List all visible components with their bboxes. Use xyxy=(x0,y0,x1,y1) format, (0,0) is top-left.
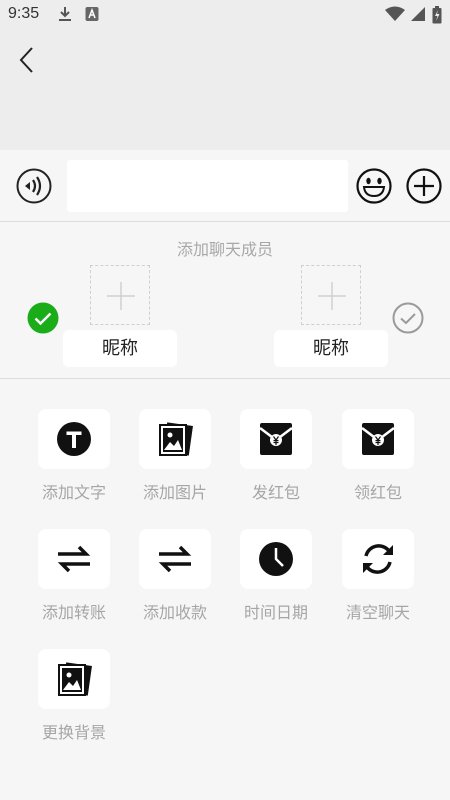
text-icon xyxy=(57,422,91,456)
tool-label: 添加收款 xyxy=(142,603,207,622)
chevron-left-icon xyxy=(19,47,33,73)
status-time: 9:35 xyxy=(8,5,40,22)
left-nickname-button[interactable]: 昵称 xyxy=(63,330,177,367)
check-circle-filled-icon xyxy=(27,302,59,334)
function-grid: 添加文字 添加图片 发红包 领红包 添加转账 添加收款 时间日期 清空聊天 更换… xyxy=(0,380,450,800)
tool-icon-box xyxy=(139,409,211,469)
status-bar: 9:35 xyxy=(0,0,450,30)
tool-send-red-envelope[interactable]: 发红包 xyxy=(229,380,321,502)
tool-time-date[interactable]: 时间日期 xyxy=(229,500,321,622)
voice-button[interactable] xyxy=(16,168,52,204)
emoji-button[interactable] xyxy=(356,168,392,204)
red-envelope-icon xyxy=(361,423,395,455)
tool-label: 时间日期 xyxy=(243,603,308,622)
message-input[interactable] xyxy=(67,160,348,212)
red-envelope-icon xyxy=(259,423,293,455)
left-member-checkbox[interactable] xyxy=(27,302,59,334)
tool-clear-chat[interactable]: 清空聊天 xyxy=(331,500,423,622)
clock-icon xyxy=(259,542,293,576)
right-member-checkbox[interactable] xyxy=(392,302,424,334)
wifi-icon xyxy=(385,6,405,21)
voice-icon xyxy=(16,168,52,204)
smiley-icon xyxy=(356,168,392,204)
plus-circle-icon xyxy=(406,168,442,204)
transfer-icon xyxy=(158,545,192,573)
tool-icon-box xyxy=(38,529,110,589)
tool-add-text[interactable]: 添加文字 xyxy=(27,380,119,502)
tool-change-background[interactable]: 更换背景 xyxy=(27,620,119,742)
tool-icon-box xyxy=(38,649,110,709)
tool-label: 清空聊天 xyxy=(345,603,410,622)
tool-icon-box xyxy=(38,409,110,469)
download-icon xyxy=(59,7,71,21)
image-icon xyxy=(159,422,193,456)
input-bar xyxy=(0,150,450,222)
tool-icon-box xyxy=(342,529,414,589)
back-button[interactable] xyxy=(14,44,42,76)
members-title: 添加聊天成员 xyxy=(176,240,273,259)
members-panel: 添加聊天成员 昵称 昵称 xyxy=(0,222,450,379)
tool-receive-red-envelope[interactable]: 领红包 xyxy=(331,380,423,502)
right-nickname-button[interactable]: 昵称 xyxy=(274,330,388,367)
tool-icon-box xyxy=(240,409,312,469)
signal-icon xyxy=(411,7,425,21)
transfer-icon xyxy=(57,545,91,573)
refresh-icon xyxy=(363,544,393,574)
a-icon xyxy=(85,7,99,21)
left-avatar-slot[interactable] xyxy=(90,265,150,325)
tool-add-receipt[interactable]: 添加收款 xyxy=(128,500,220,622)
more-button[interactable] xyxy=(406,168,442,204)
header xyxy=(0,30,450,150)
check-circle-outline-icon xyxy=(392,302,424,334)
tool-icon-box xyxy=(240,529,312,589)
tool-icon-box xyxy=(342,409,414,469)
plus-icon xyxy=(318,282,346,310)
tool-add-transfer[interactable]: 添加转账 xyxy=(27,500,119,622)
right-avatar-slot[interactable] xyxy=(301,265,361,325)
image-icon xyxy=(58,662,92,696)
tool-label: 更换背景 xyxy=(41,723,106,742)
tool-icon-box xyxy=(139,529,211,589)
tool-add-image[interactable]: 添加图片 xyxy=(128,380,220,502)
plus-icon xyxy=(107,282,135,310)
battery-icon xyxy=(432,6,442,24)
